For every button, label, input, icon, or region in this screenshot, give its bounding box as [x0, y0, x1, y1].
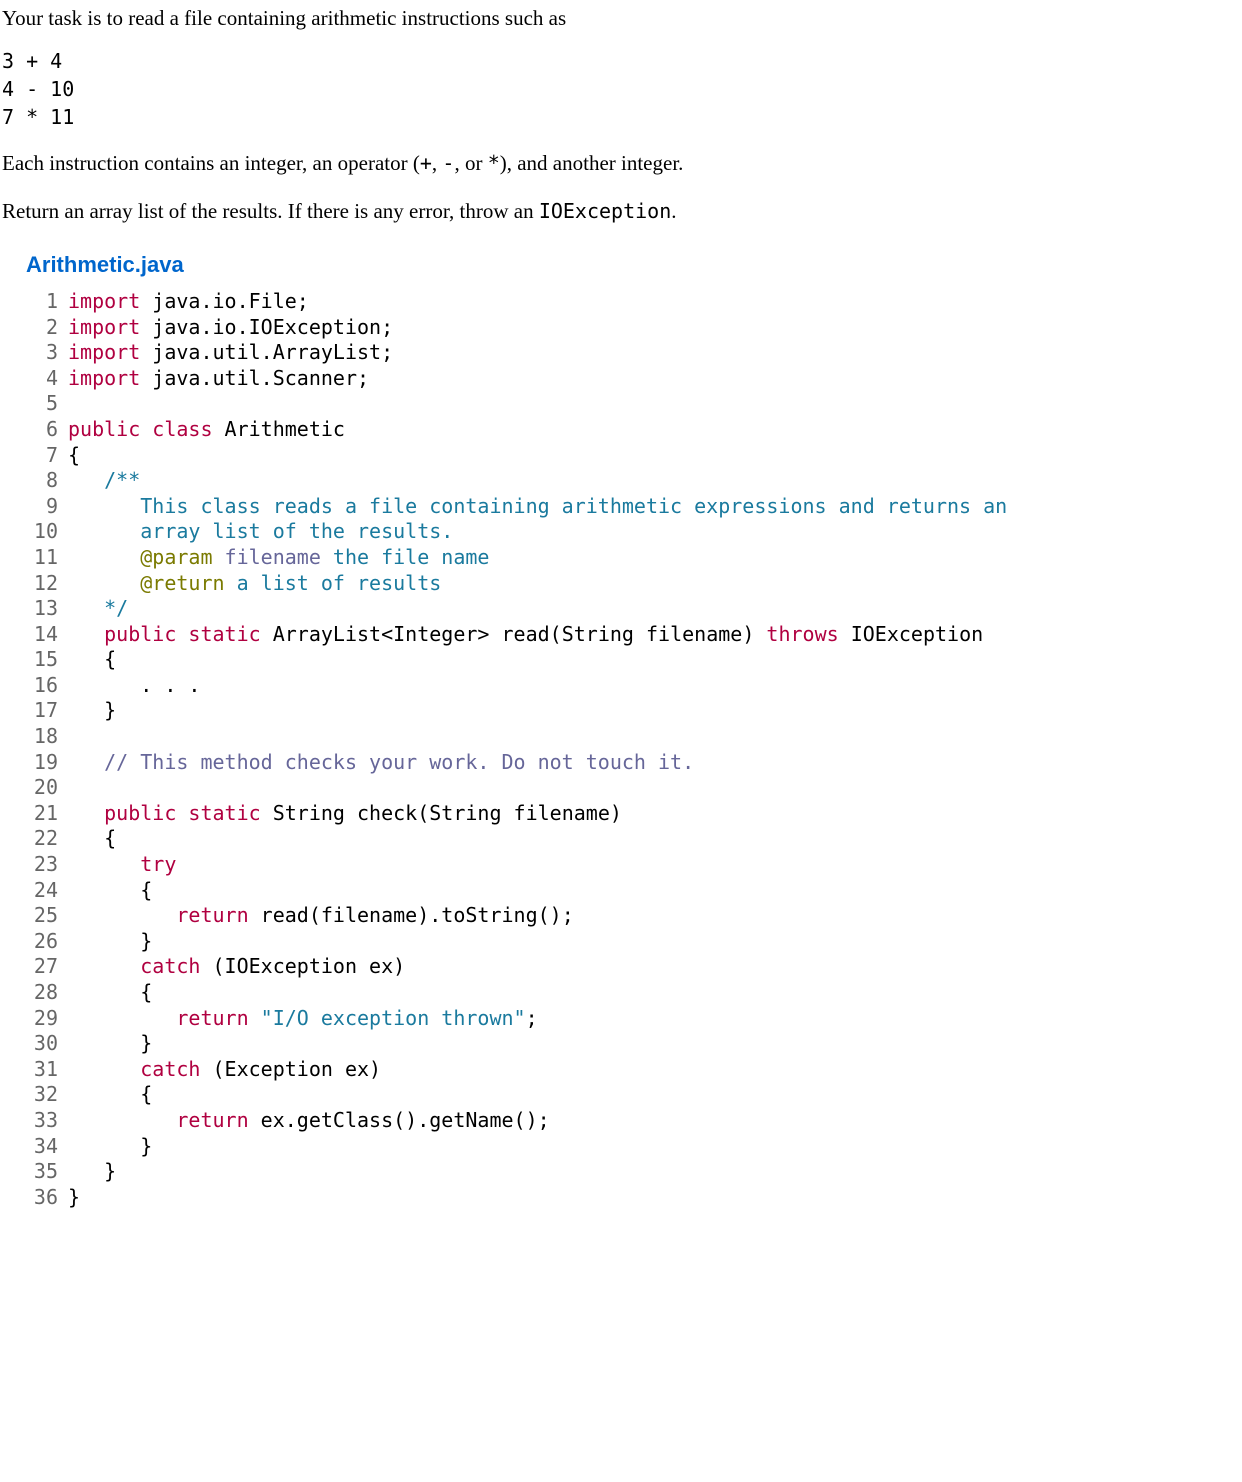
- line-number: 34: [26, 1134, 58, 1160]
- code-line: {: [68, 878, 1007, 904]
- line-number: 33: [26, 1108, 58, 1134]
- code-line: [68, 391, 1007, 417]
- line-number: 17: [26, 698, 58, 724]
- code-line: }: [68, 698, 1007, 724]
- line-number: 36: [26, 1185, 58, 1211]
- line-number: 28: [26, 980, 58, 1006]
- code-line: array list of the results.: [68, 519, 1007, 545]
- example-code-block: 3 + 4 4 - 10 7 * 11: [2, 47, 1242, 131]
- code-line: @param filename the file name: [68, 545, 1007, 571]
- code-line: import java.util.ArrayList;: [68, 340, 1007, 366]
- intro-paragraph-2: Each instruction contains an integer, an…: [2, 149, 1242, 178]
- line-number: 11: [26, 545, 58, 571]
- intro-p2-mid1: ,: [432, 151, 443, 175]
- line-number: 10: [26, 519, 58, 545]
- line-number: 24: [26, 878, 58, 904]
- code-line: }: [68, 1185, 1007, 1211]
- code-line: public static ArrayList<Integer> read(St…: [68, 622, 1007, 648]
- line-number: 31: [26, 1057, 58, 1083]
- line-number: 2: [26, 315, 58, 341]
- filename-heading: Arithmetic.java: [26, 250, 1242, 281]
- code-line: catch (IOException ex): [68, 954, 1007, 980]
- line-number: 27: [26, 954, 58, 980]
- op-star: *: [488, 151, 500, 175]
- line-number: 7: [26, 443, 58, 469]
- code-line: try: [68, 852, 1007, 878]
- code-line: {: [68, 826, 1007, 852]
- line-number-gutter: 1234567891011121314151617181920212223242…: [26, 289, 68, 1210]
- line-number: 14: [26, 622, 58, 648]
- code-line: }: [68, 929, 1007, 955]
- line-number: 25: [26, 903, 58, 929]
- op-plus: +: [420, 151, 432, 175]
- line-number: 13: [26, 596, 58, 622]
- code-lines: import java.io.File;import java.io.IOExc…: [68, 289, 1007, 1210]
- line-number: 22: [26, 826, 58, 852]
- intro-p2-post: ), and another integer.: [500, 151, 684, 175]
- code-line: // This method checks your work. Do not …: [68, 750, 1007, 776]
- code-line: . . .: [68, 673, 1007, 699]
- line-number: 16: [26, 673, 58, 699]
- code-line: return ex.getClass().getName();: [68, 1108, 1007, 1134]
- code-line: This class reads a file containing arith…: [68, 494, 1007, 520]
- code-line: {: [68, 647, 1007, 673]
- line-number: 18: [26, 724, 58, 750]
- line-number: 26: [26, 929, 58, 955]
- code-line: }: [68, 1134, 1007, 1160]
- line-number: 5: [26, 391, 58, 417]
- line-number: 15: [26, 647, 58, 673]
- line-number: 6: [26, 417, 58, 443]
- line-number: 8: [26, 468, 58, 494]
- intro-p3-post: .: [671, 199, 676, 223]
- line-number: 12: [26, 571, 58, 597]
- line-number: 9: [26, 494, 58, 520]
- code-line: */: [68, 596, 1007, 622]
- intro-paragraph-3: Return an array list of the results. If …: [2, 197, 1242, 226]
- code-line: {: [68, 443, 1007, 469]
- code-line: @return a list of results: [68, 571, 1007, 597]
- line-number: 21: [26, 801, 58, 827]
- line-number: 20: [26, 775, 58, 801]
- code-line: return "I/O exception thrown";: [68, 1006, 1007, 1032]
- intro-p3-pre: Return an array list of the results. If …: [2, 199, 539, 223]
- code-line: [68, 724, 1007, 750]
- code-line: {: [68, 1082, 1007, 1108]
- code-line: import java.util.Scanner;: [68, 366, 1007, 392]
- code-line: public class Arithmetic: [68, 417, 1007, 443]
- op-minus: -: [442, 151, 454, 175]
- code-editor: 1234567891011121314151617181920212223242…: [26, 289, 1242, 1210]
- line-number: 29: [26, 1006, 58, 1032]
- code-line: /**: [68, 468, 1007, 494]
- intro-p2-pre: Each instruction contains an integer, an…: [2, 151, 420, 175]
- line-number: 35: [26, 1159, 58, 1185]
- line-number: 30: [26, 1031, 58, 1057]
- line-number: 23: [26, 852, 58, 878]
- line-number: 1: [26, 289, 58, 315]
- code-line: import java.io.IOException;: [68, 315, 1007, 341]
- intro-paragraph-1: Your task is to read a file containing a…: [2, 4, 1242, 33]
- code-line: public static String check(String filena…: [68, 801, 1007, 827]
- line-number: 4: [26, 366, 58, 392]
- code-line: {: [68, 980, 1007, 1006]
- page-content: Your task is to read a file containing a…: [0, 4, 1242, 1210]
- code-line: [68, 775, 1007, 801]
- code-line: return read(filename).toString();: [68, 903, 1007, 929]
- line-number: 32: [26, 1082, 58, 1108]
- code-line: }: [68, 1159, 1007, 1185]
- line-number: 3: [26, 340, 58, 366]
- code-line: catch (Exception ex): [68, 1057, 1007, 1083]
- code-line: }: [68, 1031, 1007, 1057]
- code-line: import java.io.File;: [68, 289, 1007, 315]
- intro-p2-mid2: , or: [454, 151, 487, 175]
- line-number: 19: [26, 750, 58, 776]
- ioexception-code: IOException: [539, 199, 671, 223]
